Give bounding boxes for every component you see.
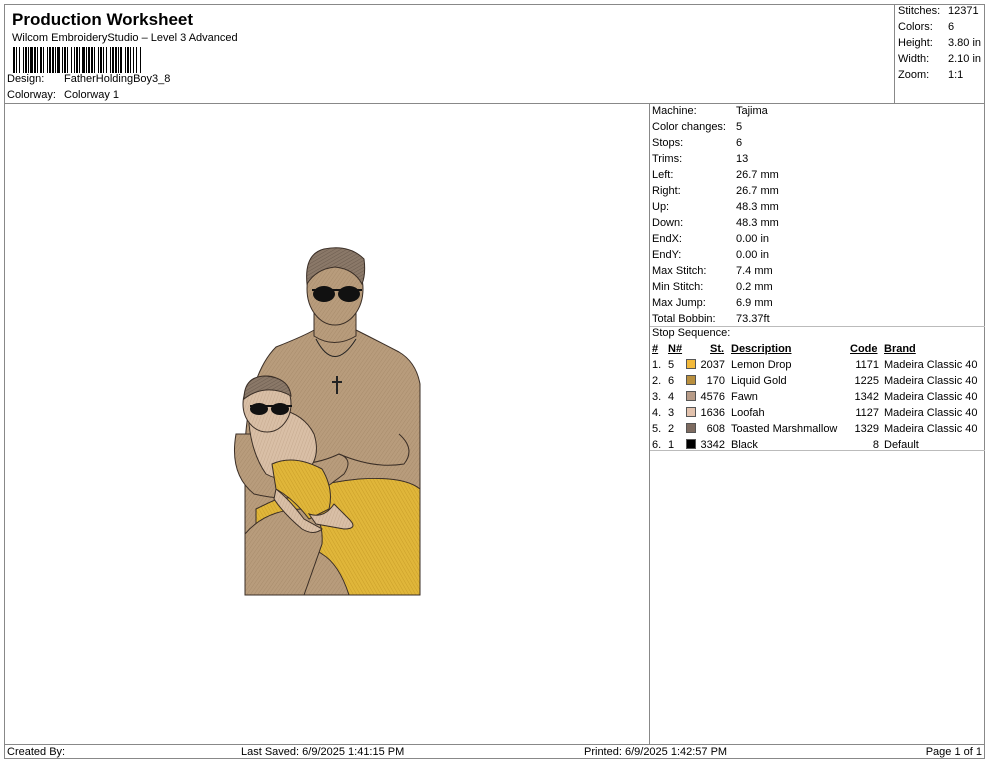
info-row: Up: 48.3 mm <box>652 201 779 213</box>
created-by: Created By: <box>7 746 66 758</box>
thread-code: 1127 <box>855 407 879 419</box>
thread-color-swatch <box>686 439 696 449</box>
thread-color-swatch <box>686 407 696 417</box>
colorway-name: Colorway 1 <box>64 89 120 101</box>
stop-number: 1. <box>652 359 662 371</box>
design-preview <box>4 104 650 744</box>
thread-brand: Madeira Classic 40 <box>884 407 978 419</box>
info-row: Min Stitch: 0.2 mm <box>652 281 773 293</box>
info-row: Total Bobbin: 73.37ft <box>652 313 770 325</box>
thread-color-swatch <box>686 359 696 369</box>
thread-code: 1329 <box>854 423 879 435</box>
summary-row: Stitches: 12371 <box>898 5 979 17</box>
thread-brand: Madeira Classic 40 <box>884 423 978 435</box>
col-num-header: # <box>652 343 659 355</box>
col-needle-header: N# <box>668 343 683 355</box>
info-row: Machine: Tajima <box>652 105 768 117</box>
summary-row: Height: 3.80 in <box>898 37 982 49</box>
info-row: Max Stitch: 7.4 mm <box>652 265 773 277</box>
thread-color-swatch <box>686 375 696 385</box>
info-row: EndY: 0.00 in <box>652 249 770 261</box>
col-code-header: Code <box>850 343 878 355</box>
stop-number: 4. <box>652 407 662 419</box>
stop-number: 2. <box>652 375 662 387</box>
thread-code: 1342 <box>854 391 879 403</box>
info-row: Max Jump: 6.9 mm <box>652 297 773 309</box>
info-row: Right: 26.7 mm <box>652 185 779 197</box>
summary-row: Zoom: 1:1 <box>898 69 964 81</box>
thread-brand: Madeira Classic 40 <box>884 375 978 387</box>
info-row: EndX: 0.00 in <box>652 233 770 245</box>
stitch-count: 170 <box>706 375 725 387</box>
stop-table-row: 2. 6 170 Liquid Gold 1225 Madeira Classic 40 <box>650 375 985 391</box>
info-row: Trims: 13 <box>652 153 749 165</box>
summary-row: Width: 2.10 in <box>898 53 982 65</box>
worksheet-footer: Created By: Last Saved: 6/9/2025 1:41:15… <box>4 744 985 759</box>
thread-description: Loofah <box>731 407 765 419</box>
stop-table-row: 1. 5 2037 Lemon Drop 1171 Madeira Classic 40 <box>650 359 985 375</box>
col-brand-header: Brand <box>884 343 916 355</box>
stitch-count: 4576 <box>700 391 725 403</box>
thread-color-swatch <box>686 391 696 401</box>
info-row: Stops: 6 <box>652 137 743 149</box>
thread-description: Toasted Marshmallow <box>731 423 838 435</box>
needle-number: 3 <box>668 407 675 419</box>
last-saved: Last Saved: 6/9/2025 1:41:15 PM <box>241 746 405 758</box>
software-name: Wilcom EmbroideryStudio – Level 3 Advanc… <box>12 32 238 44</box>
info-row: Left: 26.7 mm <box>652 169 779 181</box>
printed-date: Printed: 6/9/2025 1:42:57 PM <box>584 746 728 758</box>
needle-number: 2 <box>668 423 675 435</box>
page-number: Page 1 of 1 <box>925 746 982 758</box>
thread-description: Fawn <box>731 391 758 403</box>
design-barcode <box>13 47 273 73</box>
stop-table-header: # N# St. Description Code Brand <box>650 343 985 359</box>
colorway-label: Colorway: <box>7 89 56 101</box>
design-label: Design: <box>7 73 45 85</box>
thread-code: 1225 <box>854 375 879 387</box>
stop-table-row: 5. 2 608 Toasted Marshmallow 1329 Madeira Cla… <box>650 423 985 439</box>
thread-color-swatch <box>686 423 696 433</box>
thread-description: Lemon Drop <box>731 359 792 371</box>
stop-table-row: 6. 1 3342 Black 8 Default <box>650 439 985 455</box>
summary-row: Colors: 6 <box>898 21 955 33</box>
worksheet-header: Production Worksheet Wilcom EmbroiderySt… <box>4 4 895 104</box>
page-title: Production Worksheet <box>12 10 194 29</box>
col-description-header: Description <box>731 343 792 355</box>
divider <box>650 450 985 451</box>
stop-table-row: 3. 4 4576 Fawn 1342 Madeira Classic 40 <box>650 391 985 407</box>
stitch-count: 2037 <box>700 359 725 371</box>
stop-number: 3. <box>652 391 662 403</box>
info-row: Down: 48.3 mm <box>652 217 779 229</box>
needle-number: 6 <box>668 375 675 387</box>
thread-description: Liquid Gold <box>731 375 787 387</box>
stitch-count: 1636 <box>700 407 725 419</box>
design-name: FatherHoldingBoy3_8 <box>64 73 171 85</box>
thread-brand: Madeira Classic 40 <box>884 391 978 403</box>
thread-code: 1171 <box>855 359 879 371</box>
info-row: Color changes: 5 <box>652 121 743 133</box>
design-summary: Stitches: 12371 Colors: 6 Height: 3.80 in W… <box>895 4 985 104</box>
embroidery-design-image <box>233 247 421 596</box>
stop-number: 5. <box>652 423 662 435</box>
needle-number: 5 <box>668 359 675 371</box>
thread-brand: Madeira Classic 40 <box>884 359 978 371</box>
needle-number: 4 <box>668 391 675 403</box>
stitch-count: 608 <box>706 423 725 435</box>
col-stitches-header: St. <box>710 343 725 355</box>
stop-table-row: 4. 3 1636 Loofah 1127 Madeira Classic 40 <box>650 407 985 423</box>
stop-sequence-label: Stop Sequence: <box>652 327 731 339</box>
